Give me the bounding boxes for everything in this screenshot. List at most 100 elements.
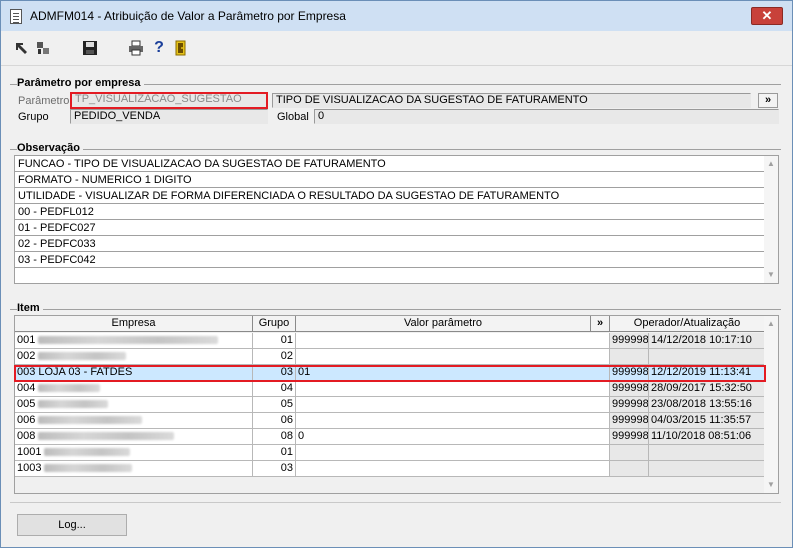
header-empresa[interactable]: Empresa — [15, 316, 253, 332]
table-row[interactable]: 005 05 999998 23/08/2018 13:55:16 — [15, 397, 765, 413]
cell-grupo[interactable]: 03 — [253, 461, 296, 477]
header-grupo[interactable]: Grupo — [253, 316, 296, 332]
scroll-up-icon[interactable]: ▲ — [767, 320, 775, 328]
cell-grupo[interactable]: 01 — [253, 333, 296, 349]
redacted-empresa-name — [44, 448, 131, 457]
title-bar: ADMFM014 - Atribuição de Valor a Parâmet… — [1, 1, 792, 31]
scroll-down-icon[interactable]: ▼ — [767, 481, 775, 489]
table-row[interactable]: 006 06 999998 04/03/2015 11:35:57 — [15, 413, 765, 429]
save-icon[interactable] — [82, 40, 98, 56]
cell-atualizacao[interactable]: 14/12/2018 10:17:10 — [649, 333, 765, 349]
cell-operador[interactable]: 999998 — [610, 397, 649, 413]
group-label: Grupo — [18, 111, 49, 123]
cell-valor[interactable] — [296, 397, 610, 413]
item-group-divider — [10, 309, 781, 310]
exit-icon[interactable] — [173, 40, 189, 56]
param-code-field[interactable]: TP_VISUALIZACAO_SUGESTAO — [70, 92, 268, 109]
cell-grupo[interactable]: 02 — [253, 349, 296, 365]
table-row[interactable]: 1001 01 — [15, 445, 765, 461]
cell-empresa[interactable]: 1003 — [15, 461, 253, 477]
cell-atualizacao[interactable]: 23/08/2018 13:55:16 — [649, 397, 765, 413]
table-row[interactable]: 001 01 999998 14/12/2018 10:17:10 — [15, 333, 765, 349]
cell-empresa[interactable]: 004 — [15, 381, 253, 397]
empresa-code: 001 — [17, 334, 36, 346]
document-icon — [10, 9, 22, 24]
cell-valor[interactable] — [296, 349, 610, 365]
first-icon[interactable] — [14, 40, 30, 56]
global-field[interactable]: 0 — [314, 109, 779, 124]
cell-operador[interactable]: 999998 — [610, 429, 649, 445]
redacted-empresa-name — [38, 400, 109, 409]
cell-valor[interactable]: 0 — [296, 429, 610, 445]
cell-empresa[interactable]: 008 — [15, 429, 253, 445]
cell-atualizacao[interactable]: 28/09/2017 15:32:50 — [649, 381, 765, 397]
obs-scrollbar[interactable]: ▲ ▼ — [764, 156, 778, 283]
cell-grupo[interactable]: 04 — [253, 381, 296, 397]
cell-grupo[interactable]: 05 — [253, 397, 296, 413]
cell-grupo[interactable]: 01 — [253, 445, 296, 461]
param-desc-field[interactable]: TIPO DE VISUALIZACAO DA SUGESTAO DE FATU… — [272, 93, 751, 108]
close-button[interactable]: ✕ — [751, 7, 783, 25]
empresa-code: 008 — [17, 430, 36, 442]
cell-operador[interactable]: 999998 — [610, 413, 649, 429]
cell-valor[interactable] — [296, 461, 610, 477]
cell-operador[interactable] — [610, 349, 649, 365]
header-valor[interactable]: Valor parâmetro — [296, 316, 591, 332]
obs-line: FUNCAO - TIPO DE VISUALIZACAO DA SUGESTA… — [15, 156, 766, 172]
print-icon[interactable] — [128, 40, 144, 56]
cell-atualizacao[interactable]: 11/10/2018 08:51:06 — [649, 429, 765, 445]
cell-empresa[interactable]: 005 — [15, 397, 253, 413]
footer-separator — [10, 502, 781, 503]
cell-valor[interactable] — [296, 445, 610, 461]
selected-row-highlight — [14, 365, 766, 382]
cell-operador[interactable]: 999998 — [610, 381, 649, 397]
cell-atualizacao[interactable] — [649, 461, 765, 477]
item-group-title: Item — [17, 302, 43, 314]
param-more-button[interactable]: » — [758, 93, 778, 108]
param-label: Parâmetro — [18, 95, 70, 107]
header-operador[interactable]: Operador/Atualização — [610, 316, 765, 332]
empresa-code: 002 — [17, 350, 36, 362]
grid-scrollbar[interactable]: ▲ ▼ — [764, 316, 778, 493]
cell-empresa[interactable]: 001 — [15, 333, 253, 349]
scroll-down-icon[interactable]: ▼ — [767, 271, 775, 279]
cell-grupo[interactable]: 08 — [253, 429, 296, 445]
redacted-empresa-name — [38, 352, 127, 361]
cell-empresa[interactable]: 006 — [15, 413, 253, 429]
scroll-up-icon[interactable]: ▲ — [767, 160, 775, 168]
item-grid[interactable]: Empresa Grupo Valor parâmetro » Operador… — [14, 315, 779, 494]
last-icon[interactable] — [35, 40, 51, 56]
group-field[interactable]: PEDIDO_VENDA — [70, 109, 268, 124]
obs-line: UTILIDADE - VISUALIZAR DE FORMA DIFERENC… — [15, 188, 766, 204]
table-row[interactable]: 1003 03 — [15, 461, 765, 477]
global-label: Global — [277, 111, 309, 123]
cell-valor[interactable] — [296, 333, 610, 349]
toolbar: ? — [1, 31, 792, 65]
obs-line: 03 - PEDFC042 — [15, 252, 766, 268]
table-row[interactable]: 002 02 — [15, 349, 765, 365]
cell-atualizacao[interactable] — [649, 349, 765, 365]
help-icon[interactable]: ? — [151, 40, 167, 56]
log-button[interactable]: Log... — [17, 514, 127, 536]
cell-operador[interactable] — [610, 461, 649, 477]
toolbar-separator — [1, 65, 792, 66]
redacted-empresa-name — [38, 384, 101, 393]
obs-memo[interactable]: FUNCAO - TIPO DE VISUALIZACAO DA SUGESTA… — [14, 155, 779, 284]
cell-empresa[interactable]: 002 — [15, 349, 253, 365]
table-row[interactable]: 004 04 999998 28/09/2017 15:32:50 — [15, 381, 765, 397]
obs-group-title: Observação — [17, 142, 83, 154]
cell-operador[interactable]: 999998 — [610, 333, 649, 349]
cell-valor[interactable] — [296, 381, 610, 397]
cell-atualizacao[interactable] — [649, 445, 765, 461]
cell-valor[interactable] — [296, 413, 610, 429]
cell-empresa[interactable]: 1001 — [15, 445, 253, 461]
header-more-button[interactable]: » — [591, 316, 610, 332]
empresa-code: 005 — [17, 398, 36, 410]
obs-line: 01 - PEDFC027 — [15, 220, 766, 236]
cell-grupo[interactable]: 06 — [253, 413, 296, 429]
redacted-empresa-name — [44, 464, 133, 473]
empresa-code: 1001 — [17, 446, 42, 458]
cell-atualizacao[interactable]: 04/03/2015 11:35:57 — [649, 413, 765, 429]
cell-operador[interactable] — [610, 445, 649, 461]
table-row[interactable]: 008 08 0 999998 11/10/2018 08:51:06 — [15, 429, 765, 445]
